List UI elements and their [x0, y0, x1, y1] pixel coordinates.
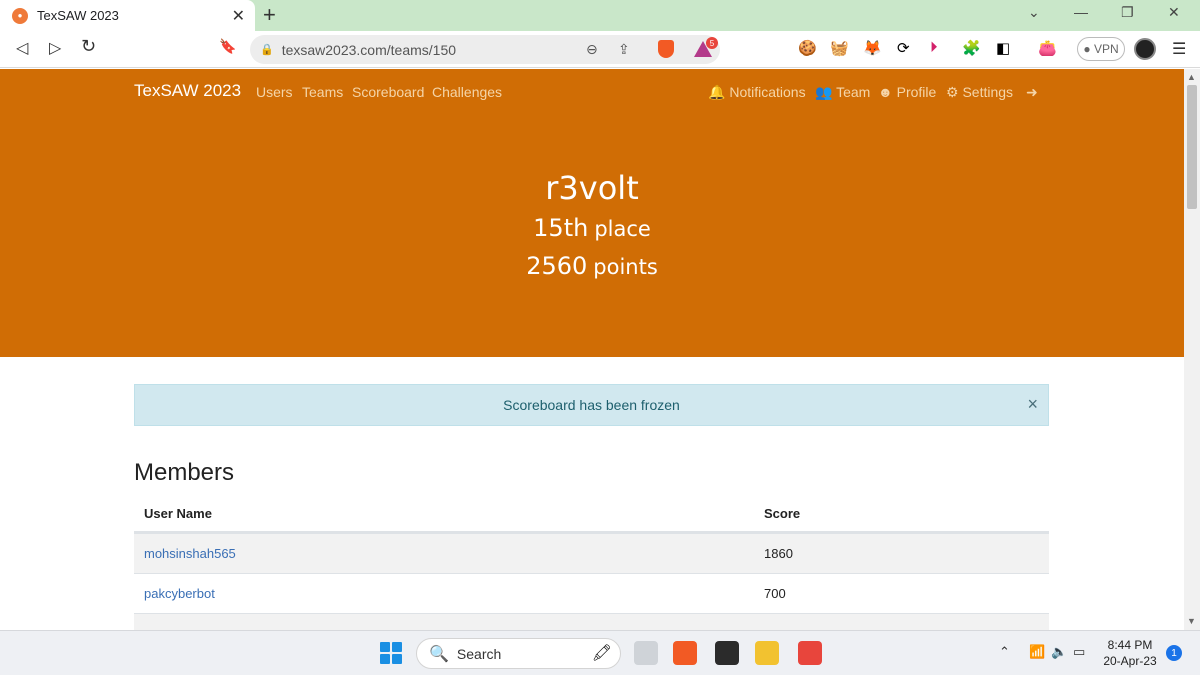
nav-settings[interactable]: ⚙ Settings: [946, 84, 1013, 101]
page-scrollbar[interactable]: ▲ ▼: [1184, 69, 1200, 630]
member-score: 700: [764, 586, 786, 601]
reload-icon[interactable]: ↻: [81, 36, 96, 57]
user-circle-icon: ☻: [878, 84, 893, 100]
points-label: points: [593, 255, 658, 279]
browser-menu-icon[interactable]: ☰: [1172, 39, 1186, 59]
column-user-name: User Name: [144, 506, 212, 521]
tab-search-dropdown-icon[interactable]: ⌄: [1028, 4, 1040, 21]
taskbar-clock[interactable]: 8:44 PM 20-Apr-23: [1098, 637, 1162, 669]
scoreboard-frozen-alert: Scoreboard has been frozen ×: [134, 384, 1049, 426]
terminal-taskbar-icon[interactable]: [715, 641, 739, 665]
vpn-button[interactable]: ● VPN: [1077, 37, 1125, 61]
back-icon[interactable]: ◁: [16, 38, 28, 58]
tray-chevron-icon[interactable]: ⌃: [999, 644, 1010, 660]
scrollbar-thumb[interactable]: [1187, 85, 1197, 209]
file-explorer-taskbar-icon[interactable]: [755, 641, 779, 665]
member-name-link[interactable]: pakcyberbot: [144, 586, 215, 601]
volume-icon[interactable]: 🔈: [1051, 644, 1067, 660]
windows-taskbar: 🔍 Search 🖍 ⌃ 📶 🔈 ▭ 8:44 PM 20-Apr-23 1: [0, 630, 1200, 675]
battery-icon[interactable]: ▭: [1073, 644, 1085, 660]
zoom-icon[interactable]: ⊖: [586, 41, 598, 58]
nav-profile[interactable]: ☻ Profile: [878, 84, 936, 100]
tab-title: TexSAW 2023: [37, 8, 119, 23]
nav-notifications[interactable]: 🔔 Notifications: [708, 84, 806, 101]
search-icon: 🔍: [429, 645, 449, 663]
lock-icon: 🔒: [260, 44, 274, 56]
wifi-icon[interactable]: 📶: [1029, 644, 1045, 660]
start-button[interactable]: [380, 642, 402, 664]
cogs-icon: ⚙: [946, 84, 959, 100]
brave-taskbar-icon[interactable]: [673, 641, 697, 665]
bell-icon: 🔔: [708, 84, 726, 100]
nav-team[interactable]: 👥 Team: [815, 84, 870, 101]
metamask-extension-icon[interactable]: 🦊: [863, 39, 882, 57]
profile-avatar[interactable]: [1134, 38, 1156, 60]
scroll-up-icon[interactable]: ▲: [1187, 72, 1196, 82]
browser-tab[interactable]: ● TexSAW 2023 ✕: [0, 0, 255, 31]
nav-link-teams[interactable]: Teams: [302, 84, 343, 100]
taskbar-search[interactable]: 🔍 Search 🖍: [416, 638, 621, 669]
nav-settings-label: Settings: [962, 84, 1014, 100]
clock-date: 20-Apr-23: [1103, 654, 1157, 668]
notification-badge[interactable]: 1: [1166, 645, 1182, 661]
extensions-puzzle-icon[interactable]: 🧩: [962, 39, 981, 57]
address-bar[interactable]: 🔒 texsaw2023.com/teams/150 ⊖ ⇪ 5: [250, 35, 720, 64]
table-row: mohsinshah565 1860: [134, 533, 1049, 573]
site-brand-link[interactable]: TexSAW 2023: [134, 81, 241, 101]
team-name: r3volt: [545, 169, 639, 207]
shields-count-badge: 5: [706, 37, 718, 49]
bookmark-icon[interactable]: 🔖: [219, 38, 236, 55]
table-row: pakcyberbot 700: [134, 573, 1049, 613]
scroll-down-icon[interactable]: ▼: [1187, 616, 1196, 626]
place-label: place: [594, 217, 651, 241]
team-points: 2560 points: [0, 252, 1184, 280]
minimize-button[interactable]: —: [1074, 4, 1088, 20]
nav-team-label: Team: [836, 84, 871, 100]
nav-link-users[interactable]: Users: [256, 84, 293, 100]
team-place: 15th place: [0, 214, 1184, 242]
nav-link-scoreboard[interactable]: Scoreboard: [352, 84, 424, 100]
members-heading: Members: [134, 459, 235, 486]
site-navbar: TexSAW 2023 Users Teams Scoreboard Chall…: [134, 81, 1049, 105]
nav-profile-label: Profile: [896, 84, 937, 100]
brave-shields-icon[interactable]: [658, 40, 674, 58]
points-value: 2560: [526, 252, 588, 280]
browser-toolbar: ◁ ▷ ↻ 🔖 🔒 texsaw2023.com/teams/150 ⊖ ⇪ 5…: [0, 31, 1200, 68]
wallet-icon[interactable]: 👛: [1038, 39, 1057, 57]
alert-close-button[interactable]: ×: [1027, 394, 1038, 415]
basket-extension-icon[interactable]: 🧺: [830, 39, 849, 57]
member-name-link[interactable]: mohsinshah565: [144, 546, 236, 561]
close-window-button[interactable]: ✕: [1168, 4, 1180, 21]
nav-notifications-label: Notifications: [729, 84, 806, 100]
url-text[interactable]: texsaw2023.com/teams/150: [282, 42, 456, 58]
tab-strip: ● TexSAW 2023 ✕ + ⌄ — ❐ ✕: [0, 0, 1200, 31]
tab-close-icon[interactable]: ✕: [232, 6, 245, 26]
member-score: 1860: [764, 546, 793, 561]
restore-button[interactable]: ❐: [1121, 4, 1134, 21]
nav-link-challenges[interactable]: Challenges: [432, 84, 502, 100]
search-highlight-icon: 🖍: [591, 645, 612, 662]
taskbar-search-label: Search: [456, 645, 502, 662]
table-row: [134, 613, 1049, 630]
column-score: Score: [764, 506, 801, 521]
team-hero: TexSAW 2023 Users Teams Scoreboard Chall…: [0, 69, 1184, 357]
clock-time: 8:44 PM: [1107, 638, 1153, 652]
share-icon[interactable]: ⇪: [618, 41, 630, 58]
alert-text: Scoreboard has been frozen: [503, 397, 680, 413]
forward-icon[interactable]: ▷: [49, 38, 61, 58]
members-table-header: User Name Score: [134, 501, 1049, 533]
logout-icon[interactable]: ➜: [1026, 84, 1038, 101]
page-content: TexSAW 2023 Users Teams Scoreboard Chall…: [0, 69, 1184, 630]
texsaw-favicon-icon: ●: [12, 7, 28, 24]
new-tab-button[interactable]: +: [263, 2, 276, 28]
sync-extension-icon[interactable]: ⟳: [897, 39, 910, 57]
player-extension-icon[interactable]: ⏵: [930, 39, 938, 56]
cookie-extension-icon[interactable]: 🍪: [798, 39, 817, 57]
brave-nightly-taskbar-icon[interactable]: [798, 641, 822, 665]
users-icon: 👥: [815, 84, 833, 100]
sidebar-icon[interactable]: ◧: [996, 39, 1010, 57]
place-value: 15th: [533, 214, 589, 242]
task-view-icon[interactable]: [634, 641, 658, 665]
